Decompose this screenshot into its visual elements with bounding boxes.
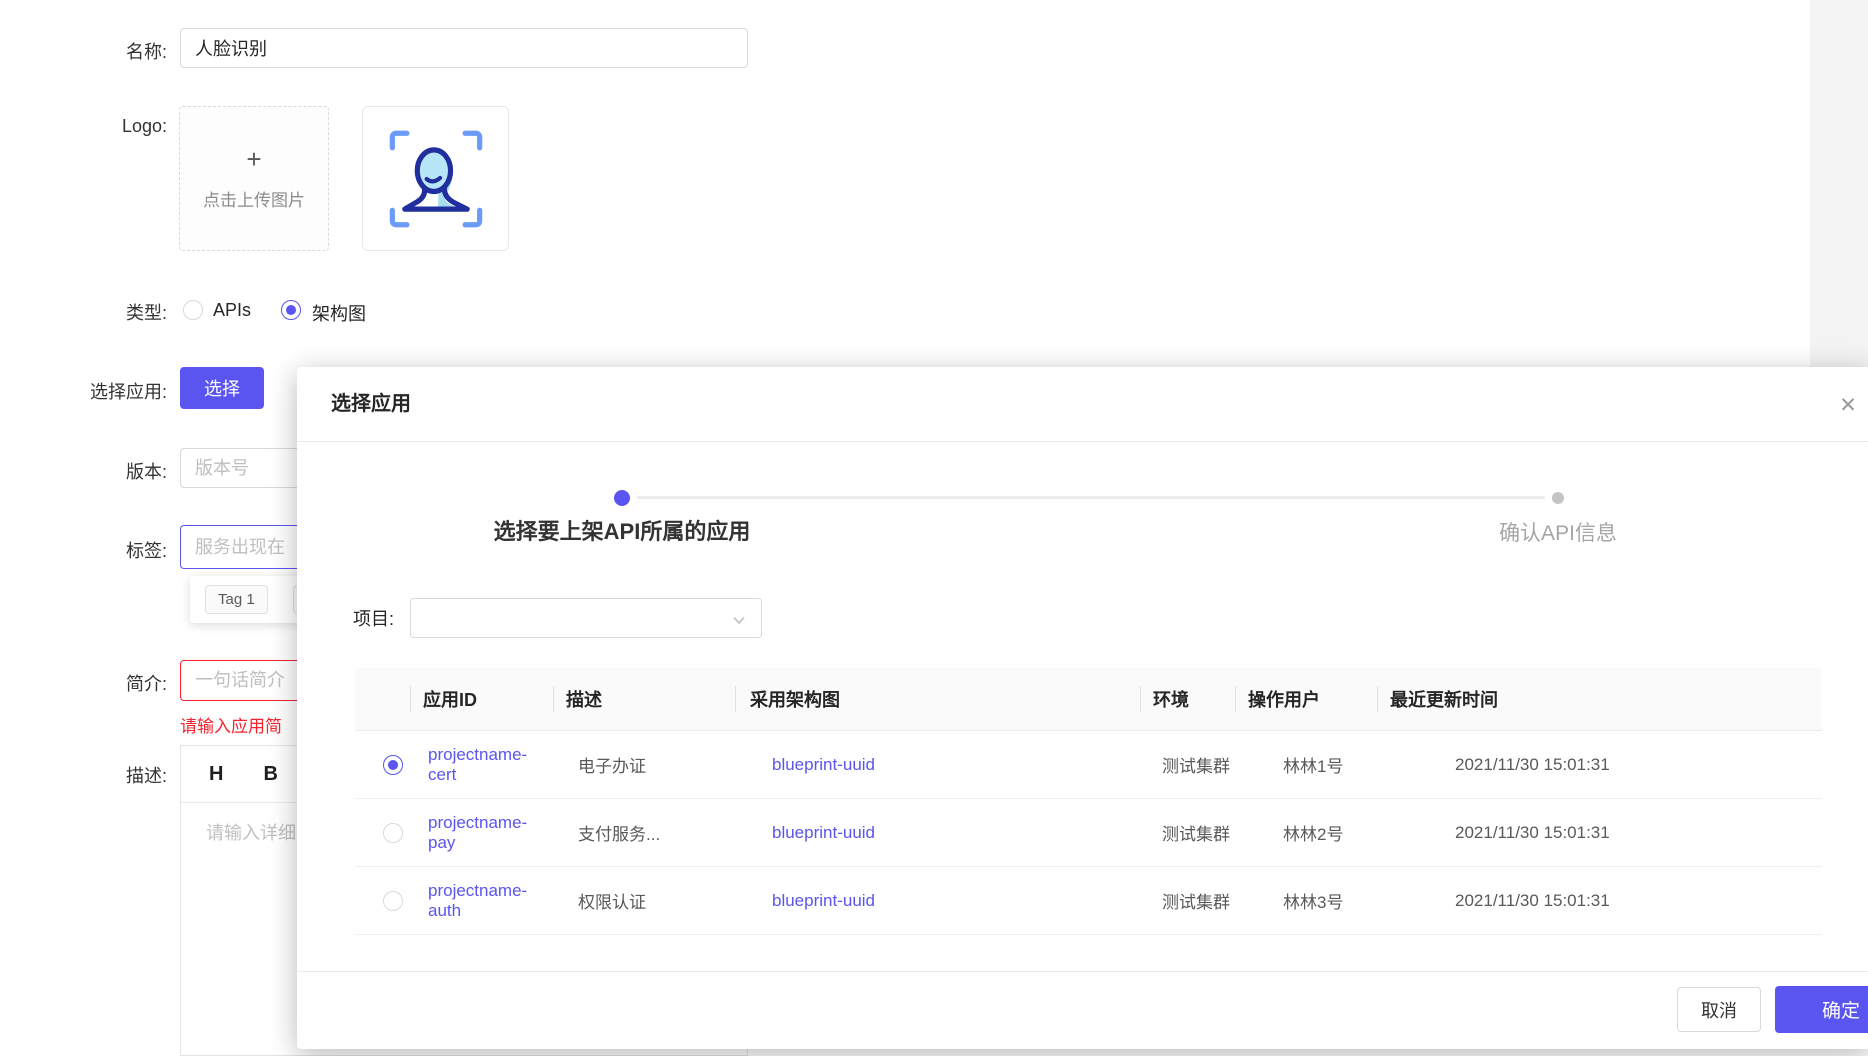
- name-label: 名称:: [60, 38, 167, 64]
- project-select[interactable]: [410, 598, 762, 638]
- column-header-app-id: 应用ID: [410, 668, 553, 730]
- logo-upload-box[interactable]: + 点击上传图片: [179, 106, 329, 251]
- blueprint-link[interactable]: blueprint-uuid: [772, 755, 875, 775]
- chevron-down-icon: [731, 612, 747, 628]
- column-header-user: 操作用户: [1235, 668, 1377, 730]
- applications-table: 应用ID 描述 采用架构图 环境 操作用户 最近更新时间 projectname…: [355, 668, 1822, 935]
- footer-divider: [297, 971, 1868, 972]
- plus-icon: +: [246, 146, 261, 172]
- page: 名称: Logo: + 点击上传图片 类型: APIs 架构图 选择应用: 选择…: [0, 0, 1868, 1056]
- app-env: 测试集群: [1140, 867, 1235, 934]
- column-header-desc: 描述: [553, 668, 735, 730]
- version-label: 版本:: [60, 458, 167, 484]
- select-app-label: 选择应用:: [60, 378, 167, 404]
- intro-error-message: 请输入应用简: [180, 712, 282, 737]
- type-label: 类型:: [60, 299, 167, 325]
- logo-preview[interactable]: [362, 106, 509, 251]
- row-radio[interactable]: [383, 891, 403, 911]
- app-desc: 电子办证: [553, 731, 735, 798]
- app-id-link[interactable]: projectname-pay: [428, 813, 553, 853]
- radio-apis[interactable]: [183, 300, 203, 320]
- cancel-button[interactable]: 取消: [1677, 987, 1761, 1032]
- step2-dot: [1552, 492, 1564, 504]
- close-icon[interactable]: ✕: [1830, 387, 1866, 423]
- bold-button[interactable]: B: [263, 763, 277, 786]
- app-updated: 2021/11/30 15:01:31: [1377, 731, 1822, 798]
- app-desc: 权限认证: [553, 867, 735, 934]
- radio-column-header: [355, 668, 410, 730]
- name-input[interactable]: [180, 28, 748, 68]
- page-right-gutter: [1810, 0, 1868, 368]
- step2-title: 确认API信息: [1358, 517, 1758, 547]
- blueprint-link[interactable]: blueprint-uuid: [772, 891, 875, 911]
- steps-connector: [637, 496, 1545, 499]
- table-row[interactable]: projectname-cert 电子办证 blueprint-uuid 测试集…: [355, 731, 1822, 799]
- select-app-modal: 选择应用 ✕ 选择要上架API所属的应用 确认API信息 项目: 应用ID 描述…: [297, 367, 1868, 1049]
- app-env: 测试集群: [1140, 731, 1235, 798]
- upload-hint: 点击上传图片: [203, 186, 305, 211]
- modal-title: 选择应用: [331, 367, 411, 442]
- intro-label: 简介:: [60, 670, 167, 696]
- column-header-blueprint: 采用架构图: [735, 668, 1140, 730]
- description-label: 描述:: [60, 762, 167, 788]
- app-id-link[interactable]: projectname-auth: [428, 881, 553, 921]
- app-updated: 2021/11/30 15:01:31: [1377, 867, 1822, 934]
- project-label: 项目:: [353, 605, 394, 631]
- modal-header: 选择应用 ✕: [297, 367, 1868, 442]
- app-user: 林林2号: [1235, 799, 1377, 866]
- row-radio[interactable]: [383, 823, 403, 843]
- app-updated: 2021/11/30 15:01:31: [1377, 799, 1822, 866]
- table-row[interactable]: projectname-auth 权限认证 blueprint-uuid 测试集…: [355, 867, 1822, 935]
- column-header-updated: 最近更新时间: [1377, 668, 1822, 730]
- app-id-link[interactable]: projectname-cert: [428, 745, 553, 785]
- logo-label: Logo:: [60, 116, 167, 137]
- column-header-env: 环境: [1140, 668, 1235, 730]
- app-desc: 支付服务...: [553, 799, 735, 866]
- table-header-row: 应用ID 描述 采用架构图 环境 操作用户 最近更新时间: [355, 668, 1822, 731]
- app-env: 测试集群: [1140, 799, 1235, 866]
- step1-dot: [614, 490, 630, 506]
- app-user: 林林3号: [1235, 867, 1377, 934]
- heading-button[interactable]: H: [209, 763, 223, 786]
- radio-apis-label[interactable]: APIs: [213, 300, 251, 321]
- select-app-button[interactable]: 选择: [180, 367, 264, 409]
- tags-label: 标签:: [60, 537, 167, 563]
- radio-architecture[interactable]: [281, 300, 301, 320]
- blueprint-link[interactable]: blueprint-uuid: [772, 823, 875, 843]
- table-row[interactable]: projectname-pay 支付服务... blueprint-uuid 测…: [355, 799, 1822, 867]
- radio-architecture-label[interactable]: 架构图: [312, 300, 366, 326]
- tag-chip[interactable]: Tag 1: [205, 585, 268, 614]
- step1-title: 选择要上架API所属的应用: [422, 514, 822, 546]
- row-radio-selected[interactable]: [383, 755, 403, 775]
- face-recognition-icon: [384, 124, 488, 234]
- app-user: 林林1号: [1235, 731, 1377, 798]
- confirm-button[interactable]: 确定: [1775, 986, 1868, 1033]
